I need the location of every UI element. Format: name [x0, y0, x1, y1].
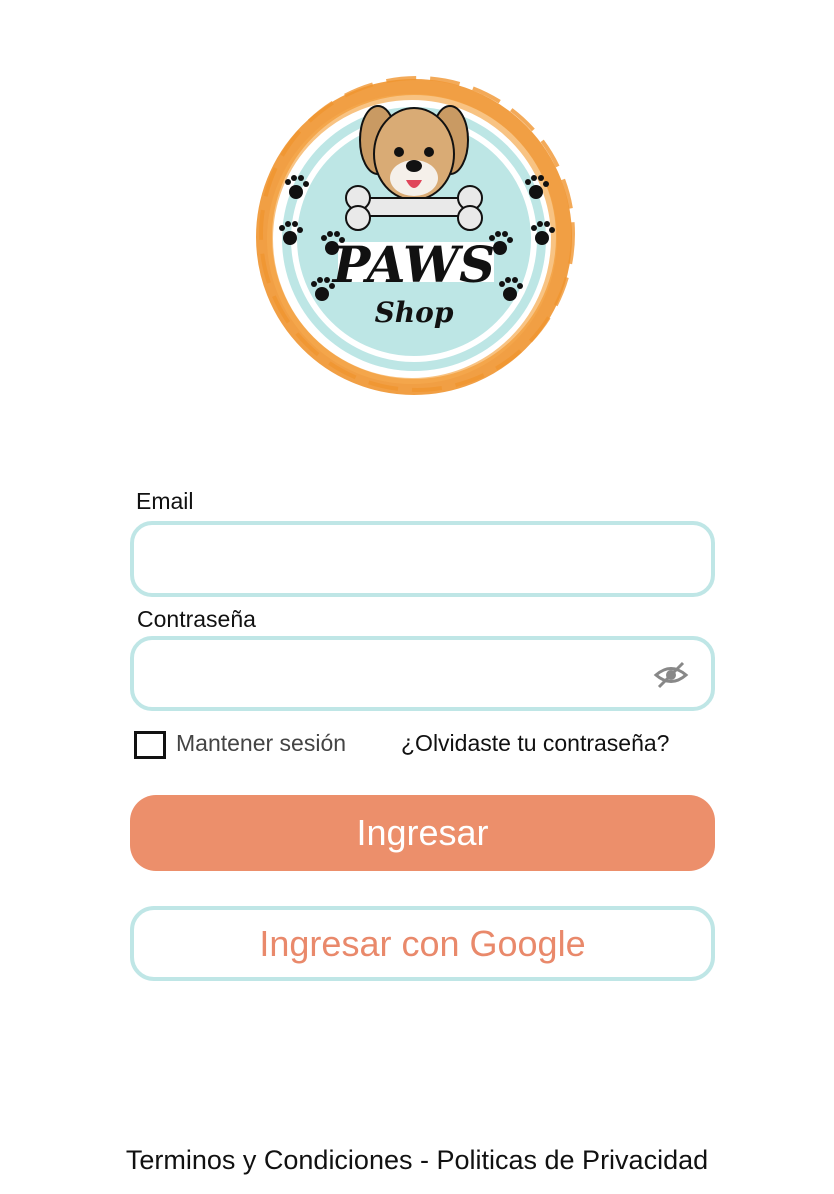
logo-subtitle: Shop: [375, 296, 454, 329]
logo-graphic: PAWS Shop: [256, 76, 575, 395]
email-field[interactable]: [152, 525, 641, 593]
password-field[interactable]: [152, 640, 641, 707]
eye-off-icon[interactable]: [653, 660, 689, 690]
logo-title: PAWS: [331, 235, 496, 294]
login-button[interactable]: Ingresar: [130, 795, 715, 871]
remember-row: Mantener sesión ¿Olvidaste tu contraseña…: [134, 728, 714, 762]
email-field-box[interactable]: [130, 521, 715, 597]
remember-label[interactable]: Mantener sesión: [176, 730, 346, 757]
password-label: Contraseña: [137, 606, 256, 632]
privacy-link[interactable]: Politicas de Privacidad: [436, 1145, 708, 1175]
email-label: Email: [136, 488, 194, 514]
google-login-button[interactable]: Ingresar con Google: [130, 906, 715, 981]
remember-checkbox[interactable]: [134, 731, 166, 759]
forgot-password-link[interactable]: ¿Olvidaste tu contraseña?: [401, 730, 669, 757]
footer-separator: -: [412, 1145, 437, 1175]
terms-link[interactable]: Terminos y Condiciones: [126, 1145, 413, 1175]
password-field-box[interactable]: [130, 636, 715, 711]
paws-shop-logo: PAWS Shop: [252, 74, 576, 400]
footer-links: Terminos y Condiciones - Politicas de Pr…: [0, 1145, 834, 1176]
